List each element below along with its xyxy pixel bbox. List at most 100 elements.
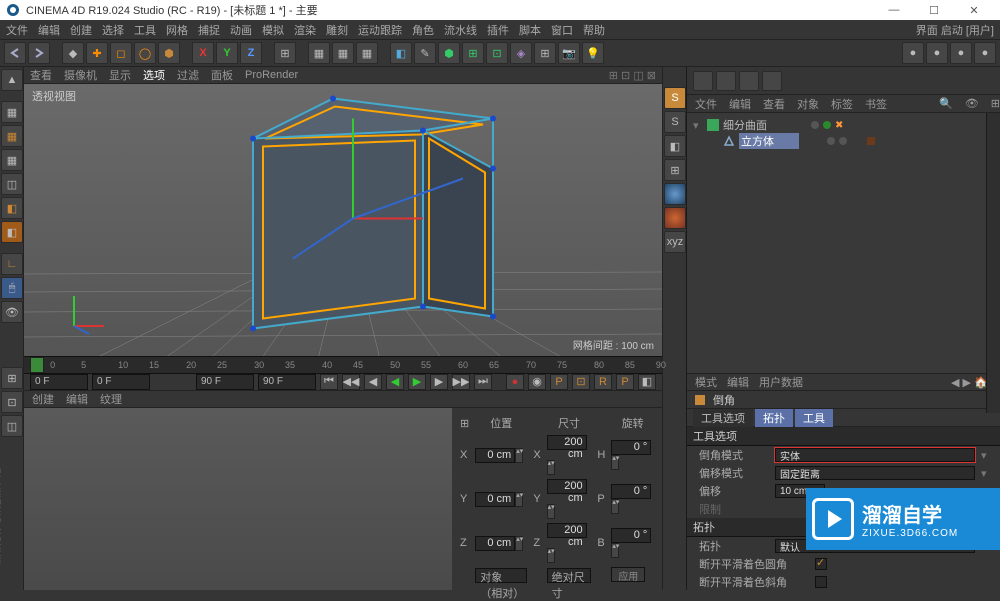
menu-sculpt[interactable]: 雕刻 (326, 22, 348, 38)
render-scene-button[interactable]: ▦ (356, 42, 378, 64)
content-browser-6[interactable] (664, 207, 686, 229)
frame-current-field[interactable]: 0 F (92, 374, 150, 390)
size-z-field[interactable]: 200 cm (547, 523, 587, 538)
content-browser-1[interactable]: S (664, 87, 686, 109)
select-tool[interactable]: ◆ (62, 42, 84, 64)
attr-tab-tool-options[interactable]: 工具选项 (693, 409, 753, 427)
obj-tab-bookmarks[interactable]: 书签 (865, 96, 887, 112)
offset-mode-field[interactable]: 固定距离 (775, 466, 975, 480)
quantize-toggle[interactable]: ◫ (1, 415, 23, 437)
menu-animate[interactable]: 动画 (230, 22, 252, 38)
mat-tab-create[interactable]: 创建 (32, 391, 54, 407)
subdiv-button[interactable]: ⊞ (462, 42, 484, 64)
workplane-toggle[interactable]: ⊡ (1, 391, 23, 413)
obj-maximize-icon[interactable]: ⊞ (991, 97, 1000, 110)
obj-name-cube[interactable]: 立方体 (739, 133, 799, 149)
frame-max-field[interactable]: 90 F (258, 374, 316, 390)
pos-y-field[interactable]: 0 cm (475, 492, 515, 507)
menu-simulate[interactable]: 模拟 (262, 22, 284, 38)
dropdown-icon[interactable]: ▾ (981, 467, 987, 480)
deformer-button[interactable]: ◈ (510, 42, 532, 64)
render-dot[interactable] (823, 121, 831, 129)
rot-h-field[interactable]: 0 ° (611, 440, 651, 455)
obj-search-icon[interactable]: 🔍 (939, 97, 953, 110)
viewport-tab-filter[interactable]: 过滤 (177, 67, 199, 83)
prev-frame-button[interactable]: ◀ (364, 374, 382, 390)
content-browser-2[interactable]: S (664, 111, 686, 133)
obj-tab-object[interactable]: 对象 (797, 96, 819, 112)
material-manager[interactable] (24, 408, 452, 590)
obj-eye-icon[interactable]: 👁 (965, 97, 979, 110)
goto-end-button[interactable]: ⏭ (474, 374, 492, 390)
object-tree[interactable]: ▾ 细分曲面 ✖ 立方体 (687, 113, 1000, 373)
obj-tool-3[interactable] (739, 71, 759, 91)
coord-mode-select[interactable]: 对象（相对） (475, 568, 527, 583)
snap-toggle[interactable]: ⊞ (1, 367, 23, 389)
view-mode[interactable]: 👁 (1, 301, 23, 323)
edge-mode[interactable]: ◧ (1, 221, 23, 243)
goto-start-button[interactable]: ⏮ (320, 374, 338, 390)
light-button[interactable]: 💡 (582, 42, 604, 64)
texture-mode[interactable]: ▦ (1, 125, 23, 147)
move-tool[interactable]: ✚ (86, 42, 108, 64)
rotate-tool[interactable]: ◯ (134, 42, 156, 64)
content-browser-5[interactable] (664, 183, 686, 205)
make-editable-button[interactable]: ▲ (1, 69, 23, 91)
frame-start-field[interactable]: 0 F (30, 374, 88, 390)
model-mode[interactable]: ▦ (1, 101, 23, 123)
attr-tab-tool[interactable]: 工具 (795, 409, 833, 427)
dropdown-icon[interactable]: ▾ (981, 449, 987, 462)
obj-tab-view[interactable]: 查看 (763, 96, 785, 112)
material-new[interactable]: ● (902, 42, 924, 64)
menu-motion[interactable]: 运动跟踪 (358, 22, 402, 38)
pos-x-field[interactable]: 0 cm (475, 448, 515, 463)
timeline-ruler[interactable]: 0 5 10 15 20 25 30 35 40 45 50 55 60 65 … (24, 356, 662, 374)
menu-file[interactable]: 文件 (6, 22, 28, 38)
attr-tab-userdata[interactable]: 用户数据 (759, 374, 803, 390)
expand-icon[interactable]: ▾ (693, 119, 703, 132)
render-dot[interactable] (839, 137, 847, 145)
rot-b-field[interactable]: 0 ° (611, 528, 651, 543)
obj-name-subdiv[interactable]: 细分曲面 (723, 117, 783, 133)
obj-row-subdiv[interactable]: ▾ 细分曲面 ✖ (693, 117, 994, 133)
key-rot-button[interactable]: R (594, 374, 612, 390)
scale-mode-select[interactable]: 绝对尺寸 (547, 568, 592, 583)
obj-tab-file[interactable]: 文件 (695, 96, 717, 112)
menu-edit[interactable]: 编辑 (38, 22, 60, 38)
viewport-tab-camera[interactable]: 摄像机 (64, 67, 97, 83)
key-pos-button[interactable]: P (550, 374, 568, 390)
point-mode[interactable]: ◧ (1, 197, 23, 219)
uv-poly-mode[interactable]: ◫ (1, 173, 23, 195)
key-pla-button[interactable]: ◧ (638, 374, 656, 390)
content-browser-3[interactable]: ◧ (664, 135, 686, 157)
break-round-checkbox[interactable] (815, 558, 827, 570)
next-key-button[interactable]: ▶▶ (452, 374, 470, 390)
scale-tool[interactable]: ◻ (110, 42, 132, 64)
render-view-button[interactable]: ▦ (308, 42, 330, 64)
menu-character[interactable]: 角色 (412, 22, 434, 38)
layout-selector[interactable]: 界面 启动 [用户] (916, 22, 1000, 38)
axis-mode[interactable]: ∟ (1, 253, 23, 275)
size-y-field[interactable]: 200 cm (547, 479, 587, 494)
obj-tool-2[interactable] (716, 71, 736, 91)
menu-pipeline[interactable]: 流水线 (444, 22, 477, 38)
primitive-spline[interactable]: ✎ (414, 42, 436, 64)
size-x-field[interactable]: 200 cm (547, 435, 587, 450)
axis-z-toggle[interactable]: Z (240, 42, 262, 64)
menu-script[interactable]: 脚本 (519, 22, 541, 38)
content-browser-7[interactable]: xyz (664, 231, 686, 253)
mat-tab-edit[interactable]: 编辑 (66, 391, 88, 407)
attr-tab-mode[interactable]: 模式 (695, 374, 717, 390)
menu-snap[interactable]: 捕捉 (198, 22, 220, 38)
play-back-button[interactable]: ◀ (386, 374, 404, 390)
menu-mesh[interactable]: 网格 (166, 22, 188, 38)
minimize-button[interactable]: — (874, 4, 914, 16)
record-button[interactable]: ● (506, 374, 524, 390)
phong-tag[interactable] (867, 137, 875, 145)
attr-tab-edit[interactable]: 编辑 (727, 374, 749, 390)
perspective-viewport[interactable]: 透视视图 网格间距 : 100 cm (24, 84, 662, 356)
material-2[interactable]: ● (926, 42, 948, 64)
frame-end-field[interactable]: 90 F (196, 374, 254, 390)
mouse-mode[interactable]: 🖱 (1, 277, 23, 299)
uv-point-mode[interactable]: ▦ (1, 149, 23, 171)
